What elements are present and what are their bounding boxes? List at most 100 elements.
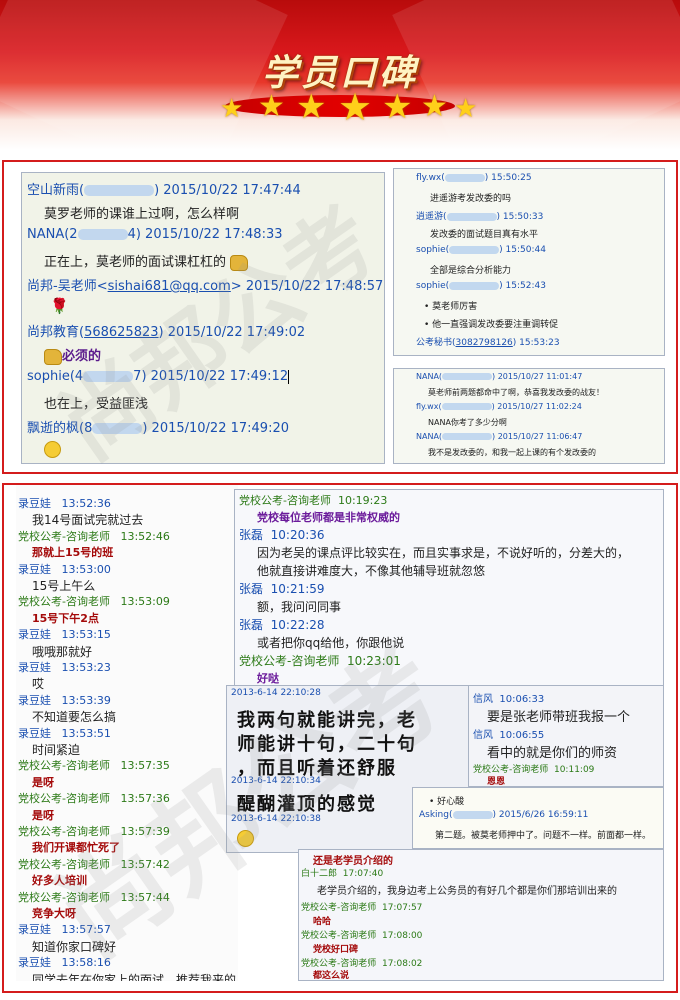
message-time: 13:53:00 xyxy=(61,562,111,576)
emoji-face-icon xyxy=(237,830,254,847)
chat-header: NANA(2 4) 2015/10/22 17:48:33 xyxy=(27,227,283,242)
star-icon: ★ xyxy=(220,94,244,124)
star-icon: ★ xyxy=(454,94,478,124)
chat-header: 张磊 10:21:59 xyxy=(239,582,325,596)
thumbs-up-icon xyxy=(44,348,62,365)
thumbs-up-icon xyxy=(230,254,249,271)
chat-header: 张磊 10:20:36 xyxy=(239,528,325,542)
chat-header: sophie(4 7) 2015/10/22 17:49:12 xyxy=(27,369,290,384)
message-time: 13:52:46 xyxy=(120,529,170,543)
message-time: 13:57:57 xyxy=(61,923,111,937)
chat-header: 党校公考-咨询老师 17:08:00 xyxy=(301,931,423,941)
sender-name: 录豆娃 xyxy=(18,661,51,674)
chat-message: 恩恩 xyxy=(487,777,506,787)
chat-message: 都这么说 xyxy=(313,971,350,981)
chat-header: 张磊 10:22:28 xyxy=(239,618,325,632)
chat-header: sophie() 15:50:44 xyxy=(416,245,546,255)
message-time: 13:53:51 xyxy=(61,726,111,740)
qq-link[interactable]: 568625823 xyxy=(84,325,158,340)
chat-header: 信风 10:06:33 xyxy=(473,694,545,705)
chat-screenshot-main: 空山新雨() 2015/10/22 17:47:44 莫罗老师的课谁上过啊，怎么… xyxy=(21,172,385,464)
star-icon: ★ xyxy=(338,85,373,129)
chat-message: 进遥游考发改委的吗 xyxy=(430,194,512,204)
chat-message: 他就直接讲难度大，不像其他辅导班就忽悠 xyxy=(257,564,486,578)
chat-message: 老学员介绍的，我身边考上公务员的有好几个都是你们那培训出来的 xyxy=(317,886,617,897)
message-time: 13:58:16 xyxy=(61,956,111,970)
chat-header: fly.wx() 2015/10/27 11:02:24 xyxy=(416,402,582,411)
chat-header: 党校公考-咨询老师 13:57:39 xyxy=(18,823,170,839)
testimonial-panel-1: 空山新雨() 2015/10/22 17:47:44 莫罗老师的课谁上过啊，怎么… xyxy=(2,160,678,474)
chat-message: 师能讲十句，二十句 xyxy=(237,734,417,755)
message-time: 13:53:39 xyxy=(61,693,111,707)
chat-message: 还是老学员介绍的 xyxy=(313,856,393,867)
chat-header: 录豆娃 13:53:00 xyxy=(18,561,111,577)
chat-header: 党校公考-咨询老师 13:52:46 xyxy=(18,528,170,544)
chat-message: 是呀 xyxy=(32,808,54,822)
chat-message: 我们开课都忙死了 xyxy=(32,841,120,855)
qq-link[interactable]: 3082798126 xyxy=(456,338,513,348)
chat-header: Asking() 2015/6/26 16:59:11 xyxy=(419,810,589,820)
chat-message: 好多人培训 xyxy=(32,874,87,888)
chat-header: 党校公考-咨询老师 13:57:36 xyxy=(18,790,170,806)
chat-header: 录豆娃 13:53:39 xyxy=(18,692,111,708)
chat-message: 必须的 xyxy=(44,345,101,365)
chat-timestamp: 2013-6-14 22:10:34 xyxy=(231,776,321,786)
chat-header: NANA() 2015/10/27 11:01:47 xyxy=(416,372,583,381)
chat-header: 飘逝的枫(8) 2015/10/22 17:49:20 xyxy=(27,421,289,436)
chat-message: 时间紧迫 xyxy=(32,743,81,757)
chat-header: 党校公考-咨询老师 10:19:23 xyxy=(239,494,388,507)
chat-timestamp: 2013-6-14 22:10:38 xyxy=(231,814,321,824)
message-time: 13:57:44 xyxy=(120,890,170,904)
chat-header: 录豆娃 13:53:51 xyxy=(18,725,111,741)
chat-message: • 莫老师厉害 xyxy=(424,302,478,312)
chat-header: 公考秘书(3082798126) 15:53:23 xyxy=(416,338,560,348)
sender-name: 录豆娃 xyxy=(18,693,51,707)
chat-header: 白十二郎 17:07:40 xyxy=(301,869,384,879)
chat-message: 要是张老师带班我报一个 xyxy=(487,710,631,725)
chat-header: 录豆娃 13:53:23 xyxy=(18,659,111,675)
chat-header: 党校公考-咨询老师 13:57:35 xyxy=(18,757,170,773)
chat-message: 我14号面试完就过去 xyxy=(32,513,144,528)
chat-screenshot-bottom-right: NANA() 2015/10/27 11:01:47 莫老师前两题都命中了啊，恭… xyxy=(393,368,665,464)
chat-message: 是呀 xyxy=(32,775,54,789)
chat-header: 录豆娃 13:53:15 xyxy=(18,626,111,642)
chat-message: 我两句就能讲完，老 xyxy=(237,710,417,731)
star-icon: ★ xyxy=(421,89,448,124)
chat-message: 莫罗老师的课谁上过啊，怎么样啊 xyxy=(44,207,240,222)
chat-message: 好哒 xyxy=(257,672,279,685)
chat-header: NANA() 2015/10/27 11:06:47 xyxy=(416,432,583,441)
chat-message: 那就上15号的班 xyxy=(32,546,114,560)
chat-screenshot-top-right: fly.wx() 15:50:25 进遥游考发改委的吗 逍遥游() 15:50:… xyxy=(393,168,665,356)
star-icon: ★ xyxy=(382,87,413,127)
message-time: 13:53:23 xyxy=(61,661,111,674)
testimonial-panel-2: 录豆娃 13:52:36 我14号面试完就过去 党校公考-咨询老师 13:52:46… xyxy=(2,483,678,993)
message-time: 13:52:36 xyxy=(61,497,111,510)
chat-header: sophie() 15:52:43 xyxy=(416,281,546,291)
chat-message: 哎 xyxy=(32,677,45,692)
chat-message: 正在上，莫老师的面试课杠杠的 xyxy=(44,251,249,271)
header-banner: 学员口碑 ★ ★ ★ ★ ★ ★ ★ xyxy=(0,0,680,150)
chat-message: 竞争大呀 xyxy=(32,907,76,920)
chat-message: 哈哈 xyxy=(313,917,332,927)
chat-header: 录豆娃 13:52:36 xyxy=(18,495,111,511)
chat-message: 因为老吴的课点评比较实在，而且实事求是，不说好听的，分差大的， xyxy=(257,546,630,560)
chat-message: 党校好口碑 xyxy=(313,945,359,955)
chat-header: 空山新雨() 2015/10/22 17:47:44 xyxy=(27,183,301,198)
chat-screenshot-asking: • 好心酸 Asking() 2015/6/26 16:59:11 第二题。被莫… xyxy=(412,787,664,849)
star-icon: ★ xyxy=(258,89,285,124)
sender-name: 录豆娃 xyxy=(18,956,51,970)
chat-header: 逍遥游() 15:50:33 xyxy=(416,212,544,222)
chat-message: 发改委的面试题目真有水平 xyxy=(430,230,539,240)
sender-name: 录豆娃 xyxy=(18,628,51,642)
chat-header: 信风 10:06:55 xyxy=(473,730,545,741)
sender-name: 党校公考-咨询老师 xyxy=(18,825,110,838)
chat-message: 同学去年在你家上的面试，推荐我来的 xyxy=(32,972,237,981)
message-time: 13:57:39 xyxy=(120,825,170,838)
message-time: 13:57:35 xyxy=(120,759,170,773)
chat-header: 尚邦-吴老师<sishai681@qq.com> 2015/10/22 17:4… xyxy=(27,279,384,294)
chat-screenshot-bottom: 还是老学员介绍的 白十二郎 17:07:40 老学员介绍的，我身边考上公务员的有… xyxy=(298,849,664,981)
email-link[interactable]: sishai681@qq.com xyxy=(108,279,231,294)
chat-screenshot-right: 信风 10:06:33 要是张老师带班我报一个 信风 10:06:55 看中的就… xyxy=(468,685,664,787)
chat-header: 录豆娃 13:58:16 xyxy=(18,954,111,970)
chat-message: 15号下午2点 xyxy=(32,611,99,625)
